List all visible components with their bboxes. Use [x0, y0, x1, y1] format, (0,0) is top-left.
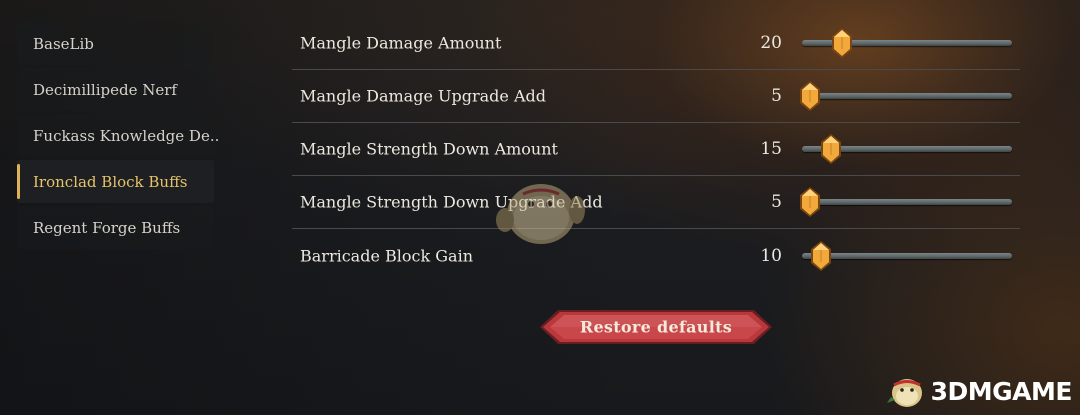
setting-slider[interactable]	[802, 28, 1012, 58]
sidebar-item-label: Ironclad Block Buffs	[33, 172, 188, 191]
slider-handle[interactable]	[810, 240, 831, 271]
slider-track[interactable]	[802, 93, 1012, 99]
setting-value: 15	[760, 139, 782, 159]
restore-defaults-button[interactable]: Restore defaults	[540, 308, 772, 346]
slider-track[interactable]	[802, 199, 1012, 205]
setting-label: Barricade Block Gain	[300, 246, 473, 265]
setting-row: Barricade Block Gain 10	[292, 229, 1020, 282]
sidebar-item-ironclad-block-buffs[interactable]: Ironclad Block Buffs	[17, 160, 214, 203]
setting-value: 10	[760, 245, 782, 266]
slider-handle[interactable]	[821, 134, 842, 164]
sidebar-item-baselib[interactable]: BaseLib	[17, 22, 214, 65]
sidebar-item-label: BaseLib	[33, 34, 94, 53]
setting-slider[interactable]	[802, 240, 1012, 271]
sidebar-item-label: Decimillipede Nerf	[33, 80, 177, 99]
setting-label: Mangle Damage Upgrade Add	[300, 86, 547, 106]
setting-row: Mangle Strength Down Upgrade Add 5	[292, 176, 1020, 229]
setting-row: Mangle Damage Amount 20	[292, 17, 1020, 70]
setting-value: 5	[771, 192, 782, 212]
setting-slider[interactable]	[802, 134, 1012, 164]
watermark: 3DMGAME	[886, 371, 1073, 411]
slider-handle[interactable]	[800, 81, 821, 111]
setting-row: Mangle Damage Upgrade Add 5	[292, 70, 1020, 123]
mod-list-sidebar: BaseLib Decimillipede Nerf Fuckass Knowl…	[17, 22, 219, 252]
restore-button-label: Restore defaults	[579, 317, 733, 337]
slider-track[interactable]	[802, 252, 1012, 259]
setting-slider[interactable]	[800, 81, 1012, 111]
sidebar-item-label: Fuckass Knowledge De..	[33, 126, 220, 145]
sidebar-item-regent-forge-buffs[interactable]: Regent Forge Buffs	[17, 206, 214, 249]
slider-handle[interactable]	[800, 187, 821, 217]
setting-label: Mangle Damage Amount	[300, 33, 502, 53]
setting-label: Mangle Strength Down Amount	[300, 139, 558, 159]
slider-handle[interactable]	[831, 28, 852, 58]
settings-list: Mangle Damage Amount 20 Mangle Damage Up…	[292, 17, 1020, 282]
watermark-mascot-icon	[886, 379, 922, 407]
setting-row: Mangle Strength Down Amount 15	[292, 123, 1020, 176]
sidebar-item-label: Regent Forge Buffs	[33, 218, 181, 237]
setting-value: 5	[771, 86, 782, 106]
sidebar-item-decimillipede-nerf[interactable]: Decimillipede Nerf	[17, 68, 214, 111]
setting-value: 20	[760, 33, 782, 53]
mascot-overlay-icon	[496, 184, 585, 244]
sidebar-item-knowledge[interactable]: Fuckass Knowledge De..	[17, 114, 219, 157]
setting-slider[interactable]	[800, 187, 1012, 217]
watermark-text: 3DMGAME	[930, 376, 1073, 406]
